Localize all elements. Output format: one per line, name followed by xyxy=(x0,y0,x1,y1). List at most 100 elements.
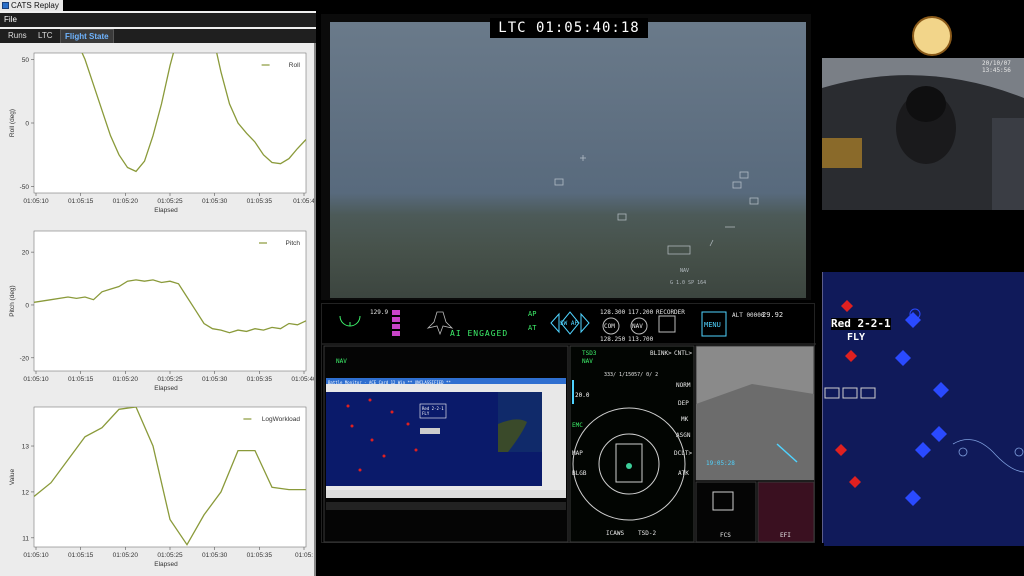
baro-setting: 29.92 xyxy=(762,311,784,319)
mfd-center-blink[interactable]: BLINK> xyxy=(650,350,672,357)
mfd-center-dep[interactable]: DEP xyxy=(678,400,689,407)
chart-1: 20 0 -20 01:05:10 01:05:15 01:05:20 01:05:25 01… xyxy=(2,225,316,399)
nav-freq-top: 117.200 xyxy=(628,309,654,316)
charts-svg: 500-5001:05:10 01:05:15 01:05:20 01:05:25 01… xyxy=(2,45,316,574)
x-tick-label: 01:05:30 xyxy=(202,376,228,383)
x-tick-label: 01:05:10 xyxy=(23,198,49,205)
y-tick-label: -20 xyxy=(20,355,30,362)
y-tick-label: 13 xyxy=(22,444,30,451)
com-button[interactable]: COM xyxy=(604,323,615,330)
y-tick-label: 0 xyxy=(25,302,29,309)
x-tick-label: 01:05:10 xyxy=(23,552,49,559)
cockpit-camera-svg xyxy=(822,58,1024,210)
fcs-label[interactable]: FCS xyxy=(720,532,731,539)
svg-text:NAV: NAV xyxy=(680,268,689,274)
cockpit-displays: 129.9 AI ENGAGED AP AT SW AP 128.300 COM… xyxy=(321,303,816,543)
tactical-map-svg xyxy=(824,300,1024,506)
mfd-center-tsd3[interactable]: TSD3 xyxy=(582,350,596,357)
sw-ap-button[interactable]: SW AP xyxy=(560,320,578,327)
mfd-center-asgn[interactable]: ASGN xyxy=(676,432,690,439)
y-tick-label: 12 xyxy=(22,489,30,496)
battle-monitor-title: Battle Monitor - ACE Card 12 Win ** UNCL… xyxy=(328,380,451,385)
x-tick-label: 01:05:20 xyxy=(113,552,139,559)
battle-monitor-callsign: Red 2-2-1 FLY xyxy=(422,406,444,416)
y-axis-label: Roll (deg) xyxy=(9,109,16,137)
at-indicator: AT xyxy=(528,324,537,332)
x-tick-label: 01:05:35 xyxy=(247,198,273,205)
screen: CATS Replay File Runs LTC Flight State 5… xyxy=(0,0,1024,576)
x-axis-label: Elapsed xyxy=(154,561,178,568)
hud-overlay: NAV G 1.0 SP 164 xyxy=(554,155,759,286)
x-axis-label: Elapsed xyxy=(154,385,178,392)
cockpit-camera: 20/10/07 13:45:56 xyxy=(822,58,1024,210)
legend-label: LogWorkload xyxy=(262,416,301,423)
cam-date: 20/10/07 xyxy=(982,60,1011,67)
charts-area: 50 0 -50 01:05:10 01:05:15 01:05:20 01:05:25 01… xyxy=(0,43,316,576)
tab-runs[interactable]: Runs xyxy=(4,29,31,43)
mfd-center-emc[interactable]: EMC xyxy=(572,422,583,429)
plot-area xyxy=(33,52,307,194)
x-tick-label: 01:05:35 xyxy=(247,552,273,559)
com-freq-top: 128.300 xyxy=(600,309,626,316)
tab-ltc[interactable]: LTC xyxy=(34,29,57,43)
mfd-center-cntl[interactable]: CNTL> xyxy=(674,350,692,357)
com-freq-bot: 128.250 xyxy=(600,336,626,343)
tacmap-callsign: Red 2-2-1 xyxy=(831,317,891,330)
mfd-right-time: 19:05:28 xyxy=(706,460,735,467)
chart-0: 50 0 -50 01:05:10 01:05:15 01:05:20 01:05:25 01… xyxy=(2,45,315,219)
legend-label: Pitch xyxy=(286,240,301,247)
window-title: CATS Replay xyxy=(11,1,59,10)
chart-2: 13 12 11 01:05:10 01:05:15 01:05:20 01:05:25 01… xyxy=(2,403,313,574)
tacmap-state: FLY xyxy=(847,332,866,343)
x-tick-label: 01:05:20 xyxy=(113,376,139,383)
menu-file[interactable]: File xyxy=(4,15,17,24)
forward-view: NAV G 1.0 SP 164 xyxy=(330,22,806,298)
ai-engaged-status: AI ENGAGED xyxy=(450,329,509,338)
mfd-center-icaws[interactable]: ICAWS xyxy=(606,530,624,537)
plot-area xyxy=(33,230,307,372)
y-axis-label: Pitch (deg) xyxy=(9,285,16,316)
legend-label: Roll xyxy=(289,62,301,69)
bottom-strip xyxy=(316,543,824,576)
x-tick-label: 01:05:15 xyxy=(68,376,94,383)
app-icon xyxy=(2,2,9,9)
cockpit-svg xyxy=(322,310,816,543)
y-tick-label: 0 xyxy=(25,121,29,128)
mfd-center-nav[interactable]: NAV xyxy=(582,358,593,365)
x-axis-label: Elapsed xyxy=(154,207,178,214)
x-tick-label: 01:05:4 xyxy=(293,198,315,205)
mfd-center-dclt[interactable]: DCLT> xyxy=(674,450,692,457)
left-mfd-mode: NAV xyxy=(336,358,347,365)
scrollbar[interactable] xyxy=(314,43,316,576)
efi-label[interactable]: EFI xyxy=(780,532,791,539)
mfd-center-blgb[interactable]: BLGB xyxy=(572,470,586,477)
mfd-center-tsd2[interactable]: TSD-2 xyxy=(638,530,656,537)
x-tick-label: 01:05:15 xyxy=(68,198,94,205)
menu-button[interactable]: MENU xyxy=(704,322,721,329)
tab-flight-state[interactable]: Flight State xyxy=(60,29,114,43)
x-tick-label: 01:05:20 xyxy=(113,198,139,205)
svg-text:G 1.0 SP 164: G 1.0 SP 164 xyxy=(670,280,706,286)
x-tick-label: 01:05:25 xyxy=(157,198,183,205)
y-axis-label: Value xyxy=(9,469,16,486)
nav-button[interactable]: NAV xyxy=(632,323,643,330)
title-bar: CATS Replay xyxy=(0,0,316,11)
mfd-center-map[interactable]: MAP xyxy=(572,450,583,457)
mfd-center-norm[interactable]: NORM xyxy=(676,382,690,389)
x-tick-label: 01:05:15 xyxy=(68,552,94,559)
x-tick-label: 01:05:30 xyxy=(202,198,228,205)
tactical-map: Red 2-2-1 FLY xyxy=(822,272,1024,546)
mfd-center-atk[interactable]: ATK xyxy=(678,470,689,477)
ltc-timecode: LTC 01:05:40:18 xyxy=(490,18,648,38)
tab-bar: Runs LTC Flight State xyxy=(0,29,316,43)
video-panel: NAV G 1.0 SP 164 xyxy=(321,14,811,300)
x-tick-label: 01:05:35 xyxy=(247,376,273,383)
y-tick-label: 11 xyxy=(22,535,29,542)
ap-indicator: AP xyxy=(528,310,537,318)
plot-area xyxy=(33,406,307,548)
x-tick-label: 01:05:25 xyxy=(157,552,183,559)
y-tick-label: -50 xyxy=(20,184,30,191)
cats-replay-window: CATS Replay File Runs LTC Flight State 5… xyxy=(0,0,316,576)
y-tick-label: 50 xyxy=(22,57,30,64)
mfd-center-mk[interactable]: MK xyxy=(681,416,688,423)
